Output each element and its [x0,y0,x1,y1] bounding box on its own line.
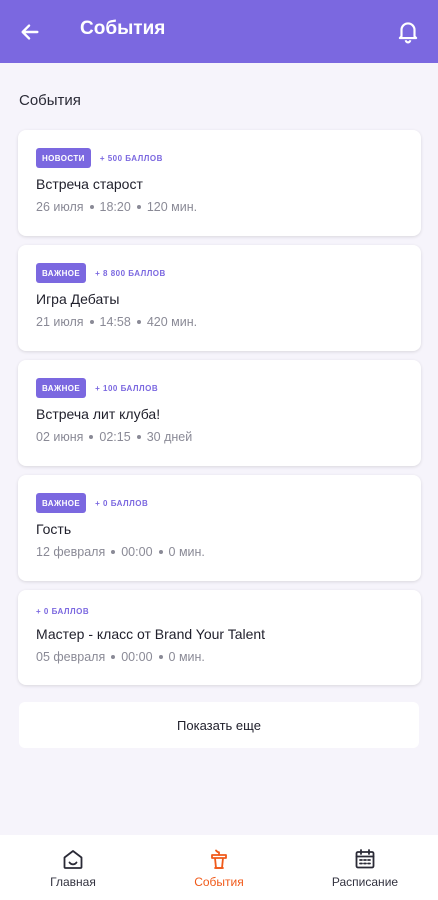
nav-label-events: События [194,875,244,889]
event-time: 14:58 [99,315,131,329]
back-button[interactable] [14,16,46,48]
event-points: + 500 БАЛЛОВ [99,153,163,163]
page-title: События [80,18,166,39]
event-card[interactable]: ВАЖНОЕ + 0 БАЛЛОВ Гость 12 февраля 00:00… [18,475,421,581]
event-time: 00:00 [121,650,153,664]
event-meta: 12 февраля 00:00 0 мин. [36,545,403,559]
home-icon [63,850,83,869]
event-date: 21 июля [36,315,84,329]
arrow-left-icon [21,24,39,40]
separator-dot [89,320,94,324]
podium-icon [211,849,227,869]
show-more-button[interactable]: Показать еще [19,702,419,748]
event-tags: + 0 БАЛЛОВ [36,604,403,618]
bell-icon [398,22,418,44]
event-date: 02 июня [36,430,84,444]
event-title: Игра Дебаты [36,291,120,307]
events-list: НОВОСТИ + 500 БАЛЛОВ Встреча старост 26 … [18,130,421,685]
event-title: Мастер - класс от Brand Your Talent [36,626,266,642]
event-points: + 0 БАЛЛОВ [36,606,90,616]
event-time: 18:20 [99,200,131,214]
separator-dot [111,550,116,554]
event-title: Встреча старост [36,176,143,192]
event-meta: 05 февраля 00:00 0 мин. [36,650,403,664]
event-badge: ВАЖНОЕ [36,263,87,283]
top-app-bar: События [0,0,438,63]
event-badge: ВАЖНОЕ [36,378,87,398]
event-date: 05 февраля [36,650,106,664]
event-duration: 30 дней [146,430,193,444]
event-tags: ВАЖНОЕ + 0 БАЛЛОВ [36,493,403,513]
calendar-icon [355,849,375,869]
event-meta: 26 июля 18:20 120 мин. [36,200,403,214]
event-meta: 02 июня 02:15 30 дней [36,430,403,444]
event-time: 00:00 [121,545,153,559]
event-card[interactable]: НОВОСТИ + 500 БАЛЛОВ Встреча старост 26 … [18,130,421,236]
separator-dot [136,435,141,439]
nav-label-schedule: Расписание [331,875,399,889]
section-title: События [19,92,81,109]
event-points: + 8 800 БАЛЛОВ [95,268,166,278]
event-card[interactable]: + 0 БАЛЛОВ Мастер - класс от Brand Your … [18,590,421,685]
event-date: 26 июля [36,200,84,214]
notifications-button[interactable] [392,15,424,47]
event-points: + 0 БАЛЛОВ [95,498,149,508]
event-meta: 21 июля 14:58 420 мин. [36,315,403,329]
event-date: 12 февраля [36,545,106,559]
nav-item-home[interactable]: Главная [0,835,146,900]
event-tags: ВАЖНОЕ + 100 БАЛЛОВ [36,378,403,398]
event-duration: 120 мин. [146,200,198,214]
event-card[interactable]: ВАЖНОЕ + 8 800 БАЛЛОВ Игра Дебаты 21 июл… [18,245,421,351]
event-card[interactable]: ВАЖНОЕ + 100 БАЛЛОВ Встреча лит клуба! 0… [18,360,421,466]
event-badge: НОВОСТИ [36,148,91,168]
event-tags: ВАЖНОЕ + 8 800 БАЛЛОВ [36,263,403,283]
event-points: + 100 БАЛЛОВ [95,383,159,393]
bottom-navigation: Главная События Расписание [0,835,438,900]
nav-label-home: Главная [50,875,96,889]
event-duration: 0 мин. [168,545,205,559]
separator-dot [158,550,163,554]
event-tags: НОВОСТИ + 500 БАЛЛОВ [36,148,403,168]
event-badge: ВАЖНОЕ [36,493,87,513]
event-duration: 420 мин. [146,315,198,329]
nav-item-events[interactable]: События [146,835,292,900]
event-duration: 0 мин. [168,650,205,664]
separator-dot [89,435,94,439]
separator-dot [136,320,141,324]
app-root: События События НОВОСТИ + 500 БАЛЛОВ Вст… [0,0,438,900]
event-title: Гость [36,521,72,537]
separator-dot [111,655,116,659]
separator-dot [136,205,141,209]
event-title: Встреча лит клуба! [36,406,161,422]
event-time: 02:15 [99,430,131,444]
nav-item-schedule[interactable]: Расписание [292,835,438,900]
separator-dot [89,205,94,209]
separator-dot [158,655,163,659]
